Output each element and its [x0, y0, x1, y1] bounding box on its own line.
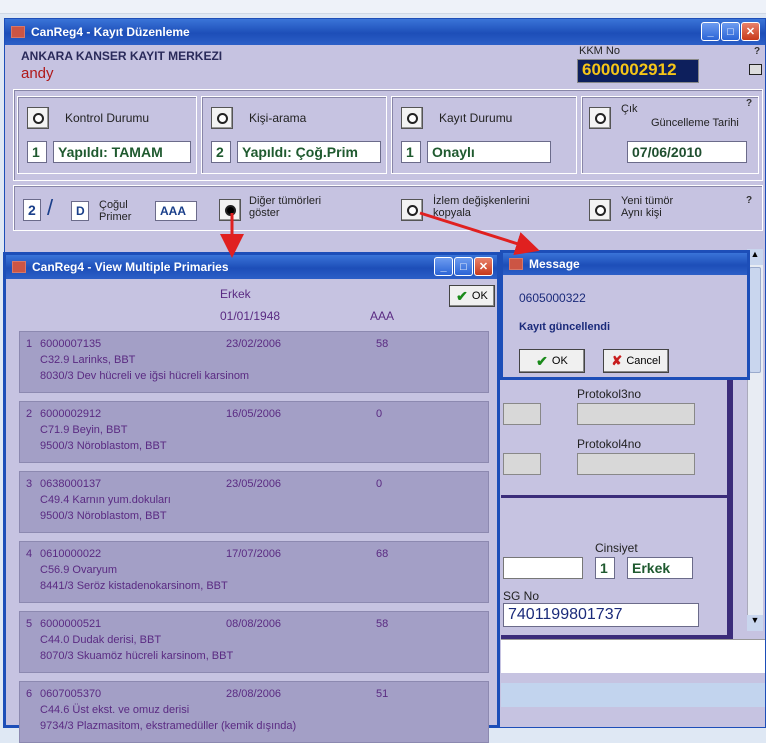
annotation-arrows [220, 211, 540, 258]
arrow-to-message [419, 211, 540, 256]
